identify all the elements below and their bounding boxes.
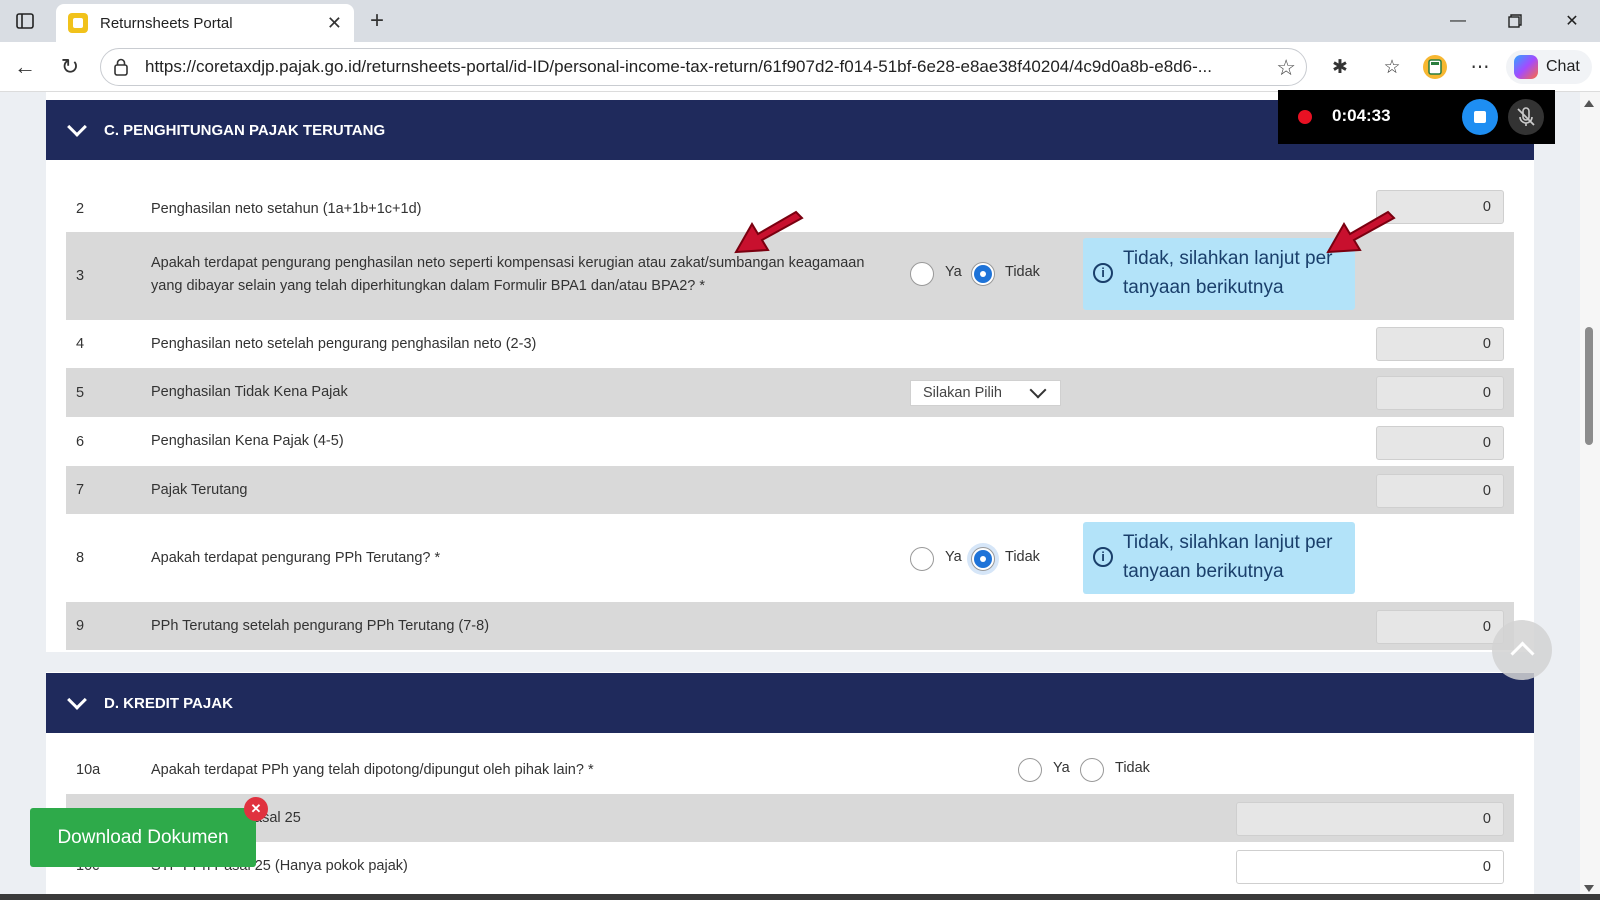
portal-favicon-icon xyxy=(68,13,88,33)
radio-tidak-label: Tidak xyxy=(1005,264,1040,280)
info-text-line-1: Tidak, silahkan lanjut per xyxy=(1123,532,1333,553)
radio-tidak-selected[interactable] xyxy=(971,262,995,286)
screen-recorder-bar: 0:04:33 xyxy=(1278,90,1555,144)
close-tab-icon[interactable]: ✕ xyxy=(327,13,342,34)
ptkp-select[interactable]: Silakan Pilih xyxy=(910,380,1061,406)
chevron-down-icon xyxy=(67,690,87,710)
taskbar-edge xyxy=(0,894,1600,900)
browser-tab[interactable]: Returnsheets Portal ✕ xyxy=(56,4,354,42)
table-row: 7 Pajak Terutang xyxy=(66,466,1514,514)
recording-dot-icon xyxy=(1298,110,1312,124)
stop-recording-button[interactable] xyxy=(1462,99,1498,135)
chevron-down-icon xyxy=(67,117,87,137)
radio-ya[interactable] xyxy=(910,547,934,571)
radio-ya-label: Ya xyxy=(1053,760,1070,776)
radio-tidak-label: Tidak xyxy=(1115,760,1150,776)
radio-ya-label: Ya xyxy=(945,264,962,280)
row-number: 2 xyxy=(76,201,85,217)
new-tab-icon[interactable]: + xyxy=(362,6,392,36)
table-row: 4 Penghasilan neto setelah pengurang pen… xyxy=(66,320,1514,368)
table-row: 5 Penghasilan Tidak Kena Pajak xyxy=(66,368,1514,417)
value-field: 0 xyxy=(1376,610,1504,644)
page-viewport: C. PENGHITUNGAN PAJAK TERUTANG 2 Penghas… xyxy=(0,92,1600,900)
radio-tidak-selected[interactable] xyxy=(971,547,995,571)
row-label: Penghasilan Tidak Kena Pajak xyxy=(151,384,348,400)
tab-title: Returnsheets Portal xyxy=(100,14,233,32)
scroll-to-top-button[interactable] xyxy=(1492,620,1552,680)
browser-toolbar: ← ↻ https://coretaxdjp.pajak.go.id/retur… xyxy=(0,42,1600,92)
browser-tab-bar: Returnsheets Portal ✕ + — ✕ xyxy=(0,0,1600,42)
info-message: i Tidak, silahkan lanjut per tanyaan ber… xyxy=(1083,238,1355,310)
row-number: 8 xyxy=(76,550,85,566)
row-label: PPh Terutang setelah pengurang PPh Terut… xyxy=(151,617,490,634)
value-field: 0 xyxy=(1236,802,1504,836)
value-field: 0 xyxy=(1376,426,1504,460)
info-icon: i xyxy=(1093,547,1113,567)
row-number: 7 xyxy=(76,482,85,498)
copilot-icon xyxy=(1514,55,1538,79)
chevron-down-icon xyxy=(1029,381,1047,399)
lock-icon xyxy=(114,58,128,76)
page-scrollbar[interactable] xyxy=(1580,92,1600,900)
extensions-icon[interactable]: ✱ xyxy=(1325,52,1355,82)
radio-ya[interactable] xyxy=(1018,758,1042,782)
section-d-header[interactable]: D. KREDIT PAJAK xyxy=(46,673,1534,733)
reload-icon[interactable]: ↻ xyxy=(55,52,85,82)
row-label: Penghasilan neto setahun (1a+1b+1c+1d) xyxy=(151,200,422,217)
radio-ya[interactable] xyxy=(910,262,934,286)
row-label: Apakah terdapat PPh yang telah dipotong/… xyxy=(151,761,594,778)
address-bar[interactable]: https://coretaxdjp.pajak.go.id/returnshe… xyxy=(100,48,1307,86)
mic-muted-icon[interactable] xyxy=(1508,99,1544,135)
close-window-icon[interactable]: ✕ xyxy=(1557,6,1587,36)
info-icon: i xyxy=(1093,263,1113,283)
annotation-arrow-icon xyxy=(1326,210,1396,254)
section-d-title: D. KREDIT PAJAK xyxy=(104,694,233,712)
row-number: 4 xyxy=(76,336,85,352)
row-number: 9 xyxy=(76,618,85,634)
value-field: 0 xyxy=(1376,376,1504,410)
scroll-down-icon[interactable] xyxy=(1584,885,1594,892)
value-input[interactable]: 0 xyxy=(1236,850,1504,884)
row-label-line-2: yang dibayar selain yang telah diperhitu… xyxy=(151,278,706,294)
scrollbar-thumb[interactable] xyxy=(1585,327,1593,445)
scroll-up-icon[interactable] xyxy=(1584,100,1594,107)
section-c-title: C. PENGHITUNGAN PAJAK TERUTANG xyxy=(104,121,386,139)
row-number: 10a xyxy=(76,762,101,778)
value-field: 0 xyxy=(1376,474,1504,508)
row-number: 6 xyxy=(76,433,85,450)
info-text-line-1: Tidak, silahkan lanjut per xyxy=(1123,248,1333,269)
row-number: 3 xyxy=(76,268,85,284)
minimize-icon[interactable]: — xyxy=(1443,6,1473,36)
favorite-star-icon[interactable]: ☆ xyxy=(1276,55,1296,81)
table-row: 6 Penghasilan Kena Pajak (4-5) xyxy=(66,417,1514,466)
select-value: Silakan Pilih xyxy=(923,385,1002,401)
chat-label: Chat xyxy=(1546,58,1580,75)
table-row: 10a Apakah terdapat PPh yang telah dipot… xyxy=(66,746,1514,794)
info-text-line-2: tanyaan berikutnya xyxy=(1123,561,1284,582)
back-icon[interactable]: ← xyxy=(10,52,40,82)
row-label: Penghasilan neto setelah pengurang pengh… xyxy=(151,335,537,352)
favorites-icon[interactable]: ☆ xyxy=(1377,52,1407,82)
row-label: Apakah terdapat pengurang PPh Terutang? … xyxy=(151,549,441,566)
sidebar-toggle-icon[interactable] xyxy=(10,6,40,36)
restore-icon[interactable] xyxy=(1500,6,1530,36)
info-text-line-2: tanyaan berikutnya xyxy=(1123,277,1284,298)
download-document-button[interactable]: Download Dokumen xyxy=(30,808,256,867)
close-icon[interactable]: ✕ xyxy=(244,797,268,821)
calculator-extension-icon[interactable] xyxy=(1420,52,1450,82)
value-field: 0 xyxy=(1376,327,1504,361)
annotation-arrow-icon xyxy=(734,210,804,254)
url-text: https://coretaxdjp.pajak.go.id/returnshe… xyxy=(145,57,1212,76)
row-number: 5 xyxy=(76,384,85,401)
radio-tidak-label: Tidak xyxy=(1005,549,1040,565)
more-options-icon[interactable]: ⋯ xyxy=(1465,52,1495,82)
info-message: i Tidak, silahkan lanjut per tanyaan ber… xyxy=(1083,522,1355,594)
copilot-chat-button[interactable]: Chat xyxy=(1506,50,1592,84)
row-label: Pajak Terutang xyxy=(151,481,248,498)
radio-ya-label: Ya xyxy=(945,549,962,565)
table-row: 9 PPh Terutang setelah pengurang PPh Ter… xyxy=(66,602,1514,650)
radio-tidak[interactable] xyxy=(1080,758,1104,782)
row-label: Penghasilan Kena Pajak (4-5) xyxy=(151,433,344,449)
recording-timer: 0:04:33 xyxy=(1332,106,1391,125)
